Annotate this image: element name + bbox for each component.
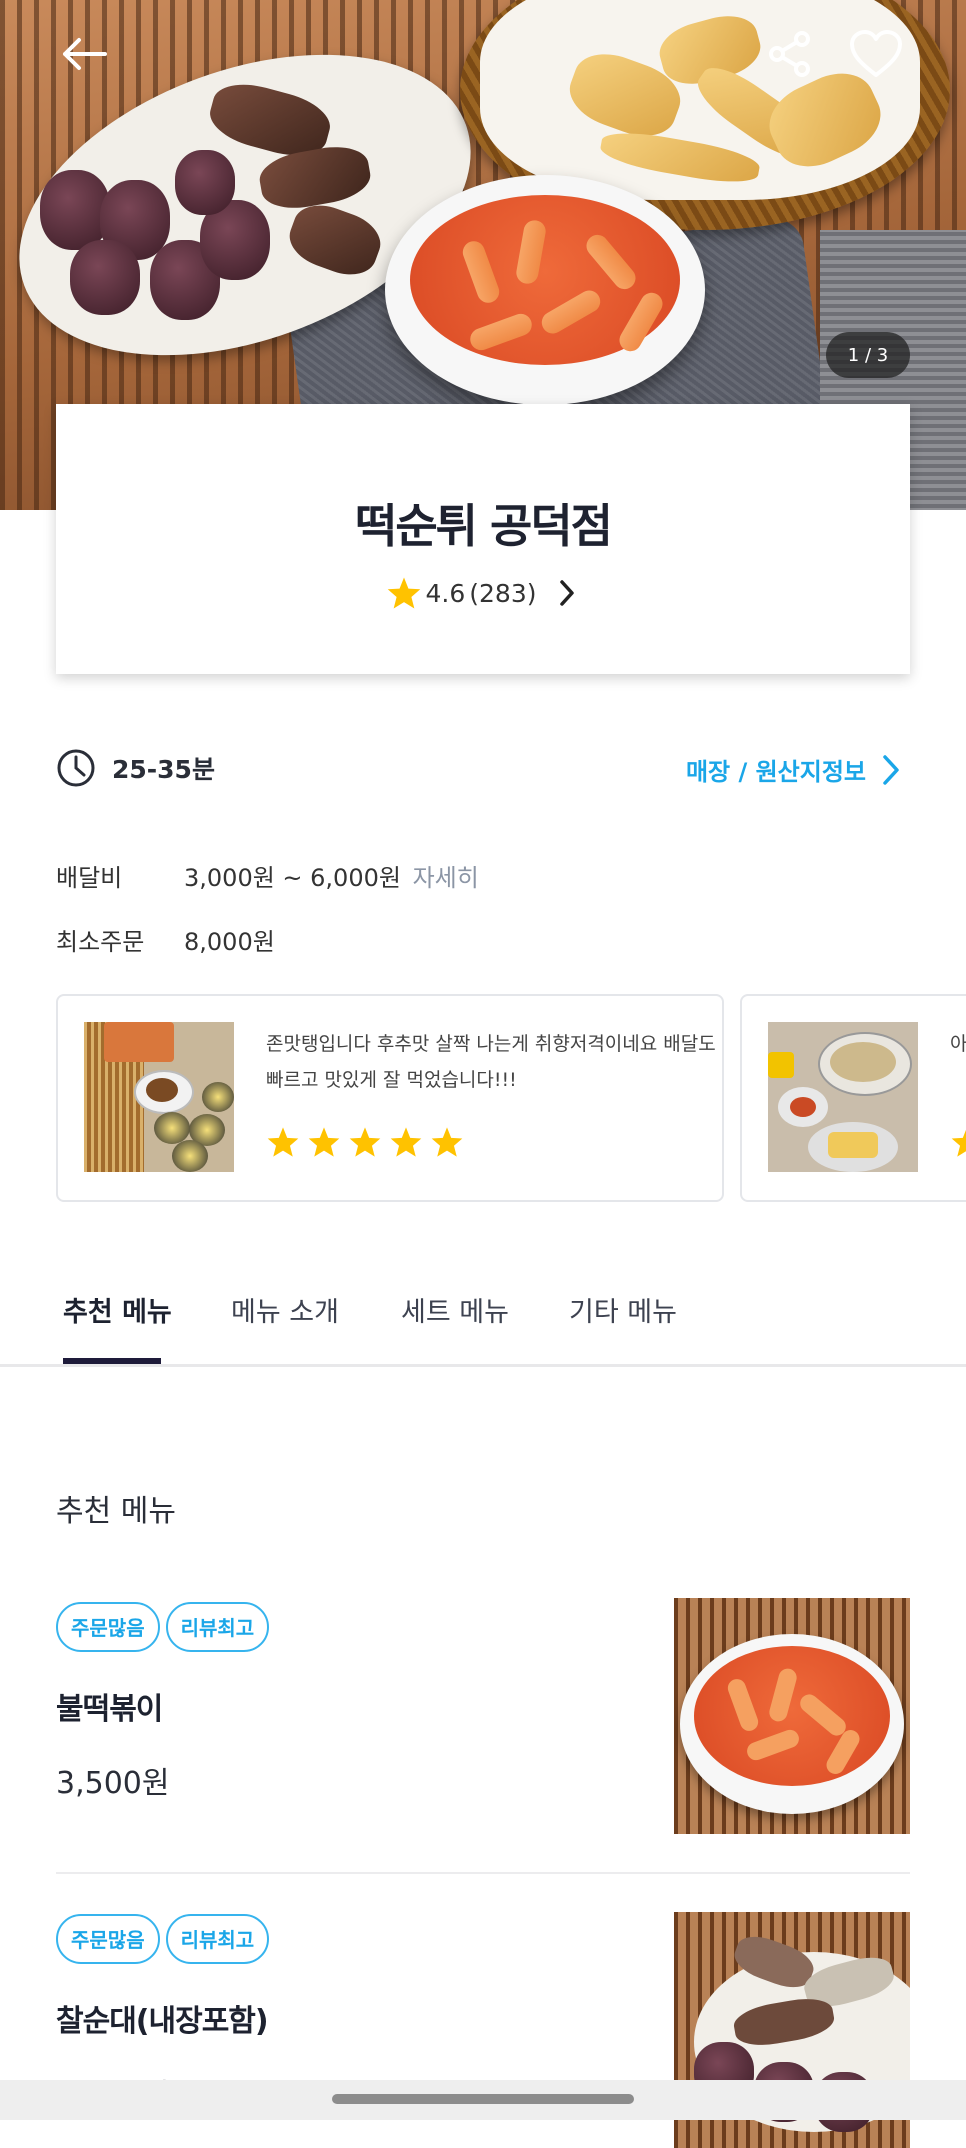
- star-icon: [349, 1127, 381, 1157]
- arrow-left-icon: [63, 38, 107, 70]
- back-button[interactable]: [54, 24, 114, 84]
- review-photo: [768, 1022, 918, 1172]
- menu-name: 찰순대(내장포함): [56, 2004, 269, 2039]
- menu-price: 3,500원: [56, 1766, 170, 1801]
- section-title: 추천 메뉴: [56, 1494, 176, 1529]
- delivery-fee-label: 배달비: [56, 864, 123, 892]
- tab-menu-intro[interactable]: 메뉴 소개: [231, 1290, 339, 1329]
- review-card[interactable]: 존맛탱입니다 후추맛 살짝 나는게 취향저격이네요 배달도 짱 빠르고 맛있게 …: [56, 994, 724, 1202]
- tab-indicator: [63, 1358, 161, 1364]
- badge-popular: 주문많음: [56, 1602, 160, 1652]
- clock-icon: [57, 749, 95, 787]
- star-icon: [267, 1127, 299, 1157]
- menu-badges: 주문많음 리뷰최고: [56, 1914, 275, 1964]
- share-icon: [769, 31, 810, 77]
- menu-divider: [56, 1872, 910, 1874]
- menu-name: 불떡볶이: [56, 1692, 163, 1727]
- chevron-right-icon: [559, 580, 574, 606]
- star-icon: [431, 1127, 463, 1157]
- delivery-time-text: 25-35분: [112, 755, 215, 784]
- review-count: (283): [469, 578, 537, 608]
- heart-icon: [850, 30, 902, 77]
- delivery-fee-value: 3,000원 ~ 6,000원: [184, 864, 401, 892]
- star-icon: [390, 1127, 422, 1157]
- favorite-button[interactable]: [846, 24, 906, 84]
- review-photo: [84, 1022, 234, 1172]
- rating-link[interactable]: 4.6 (283): [56, 576, 910, 610]
- fee-detail-link[interactable]: 자세히: [413, 864, 479, 892]
- sausage-piece: [175, 150, 235, 215]
- badge-popular: 주문많음: [56, 1914, 160, 1964]
- star-icon: [308, 1127, 340, 1157]
- delivery-fee-row: 3,000원 ~ 6,000원 자세히: [184, 858, 479, 893]
- sausage-piece: [70, 240, 140, 315]
- review-card[interactable]: 아: [740, 994, 966, 1202]
- share-button[interactable]: [760, 24, 820, 84]
- review-text: 아: [950, 1033, 966, 1055]
- menu-photo: [674, 1598, 910, 1834]
- menu-badges: 주문많음 리뷰최고: [56, 1602, 275, 1652]
- tab-other-menu[interactable]: 기타 메뉴: [569, 1290, 677, 1329]
- store-origin-info-link[interactable]: 매장 / 원산지정보: [686, 752, 902, 787]
- review-stars: [950, 1126, 966, 1158]
- menu-tabs: 추천 메뉴 메뉴 소개 세트 메뉴 기타 메뉴: [0, 1280, 966, 1367]
- review-stars: [266, 1126, 464, 1158]
- system-navigation-bar: [0, 2080, 966, 2120]
- rating-value: 4.6: [425, 578, 466, 608]
- tab-set-menu[interactable]: 세트 메뉴: [401, 1290, 509, 1329]
- delivery-time: 25-35분: [56, 748, 215, 788]
- review-text: 존맛탱입니다 후추맛 살짝 나는게 취향저격이네요 배달도 짱 빠르고 맛있게 …: [266, 1033, 724, 1091]
- image-counter: 1 / 3: [826, 332, 910, 378]
- min-order-label: 최소주문: [56, 928, 145, 956]
- star-icon: [387, 577, 420, 609]
- origin-link-label: 매장 / 원산지정보: [685, 758, 866, 786]
- star-icon: [951, 1129, 966, 1157]
- badge-best-review: 리뷰최고: [165, 1602, 270, 1652]
- min-order-value: 8,000원: [184, 928, 275, 956]
- badge-best-review: 리뷰최고: [165, 1914, 270, 1964]
- home-gesture-handle[interactable]: [332, 2094, 634, 2104]
- store-name: 떡순튀 공덕점: [355, 499, 613, 553]
- chevron-right-icon: [883, 754, 899, 785]
- store-title-card: 떡순튀 공덕점 4.6 (283): [56, 404, 910, 674]
- tab-recommended[interactable]: 추천 메뉴: [63, 1290, 172, 1329]
